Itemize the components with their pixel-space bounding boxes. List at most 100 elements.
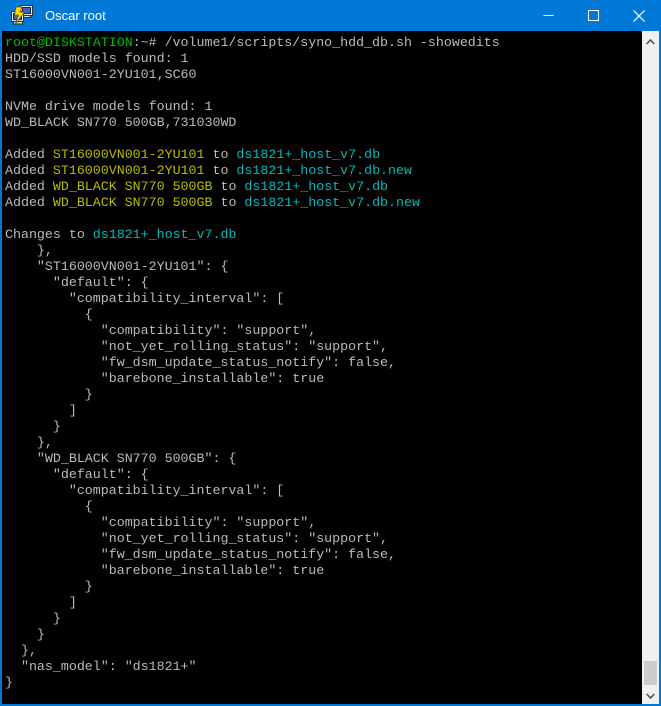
terminal-text-segment: "compatibility": "support", — [5, 323, 316, 338]
window-controls — [526, 0, 661, 31]
terminal-line: "fw_dsm_update_status_notify": false, — [5, 547, 642, 563]
terminal-line: Added WD_BLACK SN770 500GB to ds1821+_ho… — [5, 179, 642, 195]
terminal-line: ] — [5, 403, 642, 419]
terminal-text-segment: } — [5, 387, 93, 402]
terminal-text-segment: "compatibility": "support", — [5, 515, 316, 530]
scrollbar[interactable] — [642, 31, 659, 704]
terminal-line: "compatibility": "support", — [5, 515, 642, 531]
terminal-line — [5, 211, 642, 227]
terminal-line: WD_BLACK SN770 500GB,731030WD — [5, 115, 642, 131]
terminal-text-segment: WD_BLACK SN770 500GB — [53, 195, 213, 210]
terminal-line: } — [5, 387, 642, 403]
scroll-down-button[interactable] — [642, 687, 659, 704]
terminal-line: { — [5, 307, 642, 323]
terminal-text-segment: Added — [5, 163, 53, 178]
scrollbar-thumb[interactable] — [644, 661, 657, 685]
terminal-line: ST16000VN001-2YU101,SC60 — [5, 67, 642, 83]
chevron-up-icon — [646, 39, 655, 45]
terminal-text-segment: ds1821+_host_v7.db — [244, 179, 388, 194]
terminal-text-segment: root@DISKSTATION — [5, 35, 133, 50]
terminal-text-segment: ] — [5, 403, 77, 418]
terminal-line: } — [5, 675, 642, 691]
terminal-line: } — [5, 611, 642, 627]
terminal-line: Added ST16000VN001-2YU101 to ds1821+_hos… — [5, 163, 642, 179]
putty-app-icon[interactable] — [11, 5, 33, 26]
terminal-line: "WD_BLACK SN770 500GB": { — [5, 451, 642, 467]
terminal-text-segment: "fw_dsm_update_status_notify": false, — [5, 355, 396, 370]
terminal-text-segment: { — [5, 307, 93, 322]
terminal-text-segment: to — [205, 163, 237, 178]
terminal-line: } — [5, 419, 642, 435]
terminal-text-segment: } — [5, 611, 61, 626]
titlebar[interactable]: Oscar root — [0, 0, 661, 31]
terminal-text-segment: Added — [5, 147, 53, 162]
close-button[interactable] — [616, 0, 661, 31]
terminal-text-segment: }, — [5, 435, 53, 450]
terminal-line: Added ST16000VN001-2YU101 to ds1821+_hos… — [5, 147, 642, 163]
terminal-line: } — [5, 579, 642, 595]
terminal-line: "nas_model": "ds1821+" — [5, 659, 642, 675]
terminal-text-segment: ds1821+_host_v7.db.new — [244, 195, 420, 210]
minimize-icon — [543, 10, 554, 21]
minimize-button[interactable] — [526, 0, 571, 31]
terminal-text-segment: ST16000VN001-2YU101 — [53, 147, 205, 162]
terminal-text-segment: "compatibility_interval": [ — [5, 483, 284, 498]
terminal-text-segment: Added — [5, 179, 53, 194]
terminal-text-segment: } — [5, 627, 45, 642]
scroll-up-button[interactable] — [642, 33, 659, 50]
terminal-line: }, — [5, 435, 642, 451]
terminal-text-segment: WD_BLACK SN770 500GB,731030WD — [5, 115, 236, 130]
terminal-line: { — [5, 499, 642, 515]
terminal-line: "ST16000VN001-2YU101": { — [5, 259, 642, 275]
terminal-line: "not_yet_rolling_status": "support", — [5, 531, 642, 547]
terminal-text-segment: "not_yet_rolling_status": "support", — [5, 531, 388, 546]
terminal-text-segment: NVMe drive models found: 1 — [5, 99, 212, 114]
window-title: Oscar root — [45, 8, 106, 23]
close-icon — [633, 10, 645, 22]
terminal-text-segment: "default": { — [5, 275, 149, 290]
terminal-line: "fw_dsm_update_status_notify": false, — [5, 355, 642, 371]
terminal-text-segment: "default": { — [5, 467, 149, 482]
terminal-text-segment: to — [212, 195, 244, 210]
terminal-text-segment: Added — [5, 195, 53, 210]
terminal-text-segment: to — [205, 147, 237, 162]
terminal-line: }, — [5, 243, 642, 259]
terminal-line — [5, 131, 642, 147]
terminal-text-segment: ds1821+_host_v7.db — [236, 147, 380, 162]
terminal-text-segment: ST16000VN001-2YU101 — [53, 163, 205, 178]
terminal-text-segment: Changes to — [5, 227, 93, 242]
terminal-line — [5, 83, 642, 99]
terminal-line: "default": { — [5, 275, 642, 291]
terminal-line: "compatibility_interval": [ — [5, 483, 642, 499]
putty-window: Oscar root root@DISKSTATION:~# /volume1/… — [0, 0, 661, 706]
terminal-text-segment: { — [5, 499, 93, 514]
terminal-text-segment: "barebone_installable": true — [5, 563, 324, 578]
terminal-text-segment: WD_BLACK SN770 500GB — [53, 179, 213, 194]
terminal-line: root@DISKSTATION:~# /volume1/scripts/syn… — [5, 35, 642, 51]
terminal-text-segment: }, — [5, 243, 53, 258]
terminal-line: "default": { — [5, 467, 642, 483]
terminal-text-segment: :~# /volume1/scripts/syno_hdd_db.sh -sho… — [133, 35, 500, 50]
terminal-text-segment: "nas_model": "ds1821+" — [5, 659, 197, 674]
terminal-text-segment: ds1821+_host_v7.db — [93, 227, 237, 242]
terminal-text-segment: HDD/SSD models found: 1 — [5, 51, 189, 66]
terminal-line: } — [5, 627, 642, 643]
terminal-line: }, — [5, 643, 642, 659]
terminal-text-segment: "compatibility_interval": [ — [5, 291, 284, 306]
chevron-down-icon — [646, 693, 655, 699]
terminal-text-segment: } — [5, 675, 13, 690]
terminal-output[interactable]: root@DISKSTATION:~# /volume1/scripts/syn… — [2, 31, 642, 704]
terminal-text-segment: "barebone_installable": true — [5, 371, 324, 386]
terminal-line: ] — [5, 595, 642, 611]
terminal-line: "not_yet_rolling_status": "support", — [5, 339, 642, 355]
terminal-line: "compatibility_interval": [ — [5, 291, 642, 307]
maximize-button[interactable] — [571, 0, 616, 31]
terminal-line: "barebone_installable": true — [5, 563, 642, 579]
terminal-text-segment: to — [212, 179, 244, 194]
terminal-line: Added WD_BLACK SN770 500GB to ds1821+_ho… — [5, 195, 642, 211]
terminal-text-segment: ST16000VN001-2YU101,SC60 — [5, 67, 197, 82]
terminal-text-segment: "fw_dsm_update_status_notify": false, — [5, 547, 396, 562]
terminal-line: "compatibility": "support", — [5, 323, 642, 339]
terminal-text-segment: } — [5, 579, 93, 594]
terminal-line: NVMe drive models found: 1 — [5, 99, 642, 115]
